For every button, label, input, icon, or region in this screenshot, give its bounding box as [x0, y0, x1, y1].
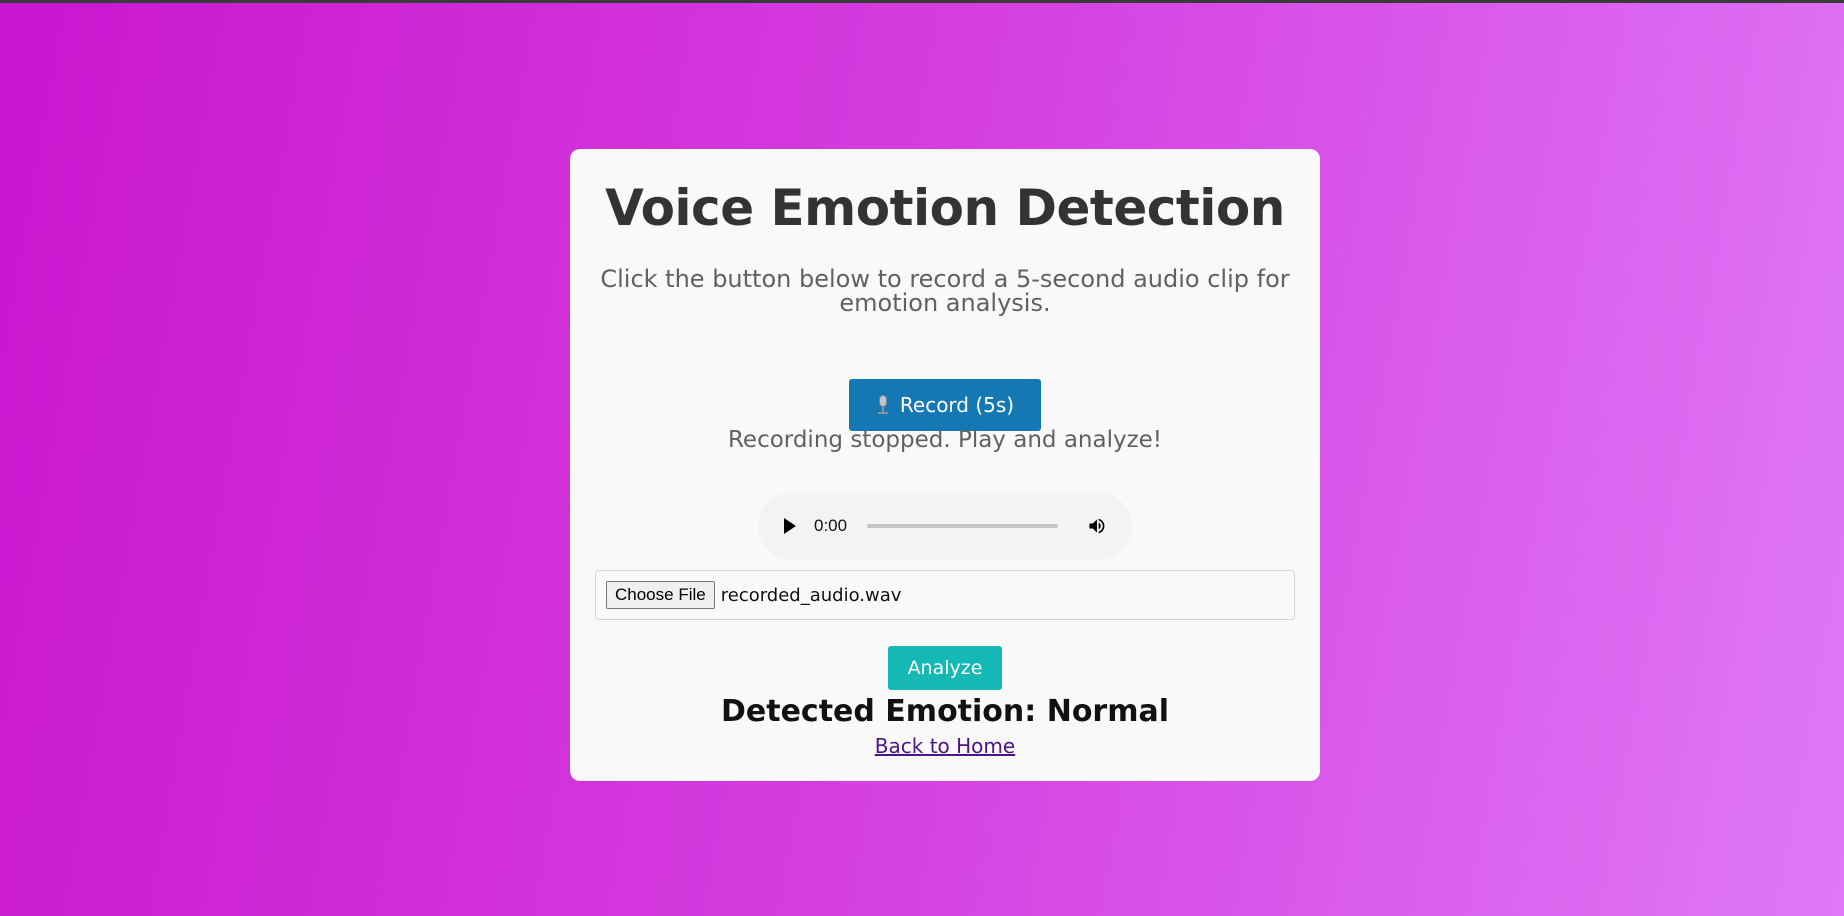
back-to-home-link[interactable]: Back to Home [875, 734, 1015, 758]
volume-icon[interactable] [1086, 516, 1108, 536]
main-card: Voice Emotion Detection Click the button… [570, 149, 1320, 781]
audio-progress-bar[interactable] [867, 524, 1059, 528]
page-subtitle: Click the button below to record a 5-sec… [600, 265, 1290, 317]
audio-player: 0:00 [758, 492, 1132, 560]
file-upload-field: Choose File recorded_audio.wav [595, 570, 1295, 620]
selected-file-name: recorded_audio.wav [720, 584, 902, 606]
record-button[interactable]: Record (5s) [849, 379, 1041, 431]
play-icon[interactable] [784, 518, 796, 534]
record-button-label: Record (5s) [899, 393, 1015, 417]
analyze-button[interactable]: Analyze [888, 646, 1002, 690]
home-link-container: Back to Home [570, 734, 1320, 758]
top-border [0, 0, 1844, 3]
choose-file-button[interactable]: Choose File [606, 581, 715, 609]
audio-time: 0:00 [814, 516, 848, 535]
microphone-icon [876, 395, 890, 415]
page-title: Voice Emotion Detection [605, 179, 1285, 237]
recording-status: Recording stopped. Play and analyze! [727, 427, 1163, 453]
detected-emotion-result: Detected Emotion: Normal [720, 694, 1170, 729]
